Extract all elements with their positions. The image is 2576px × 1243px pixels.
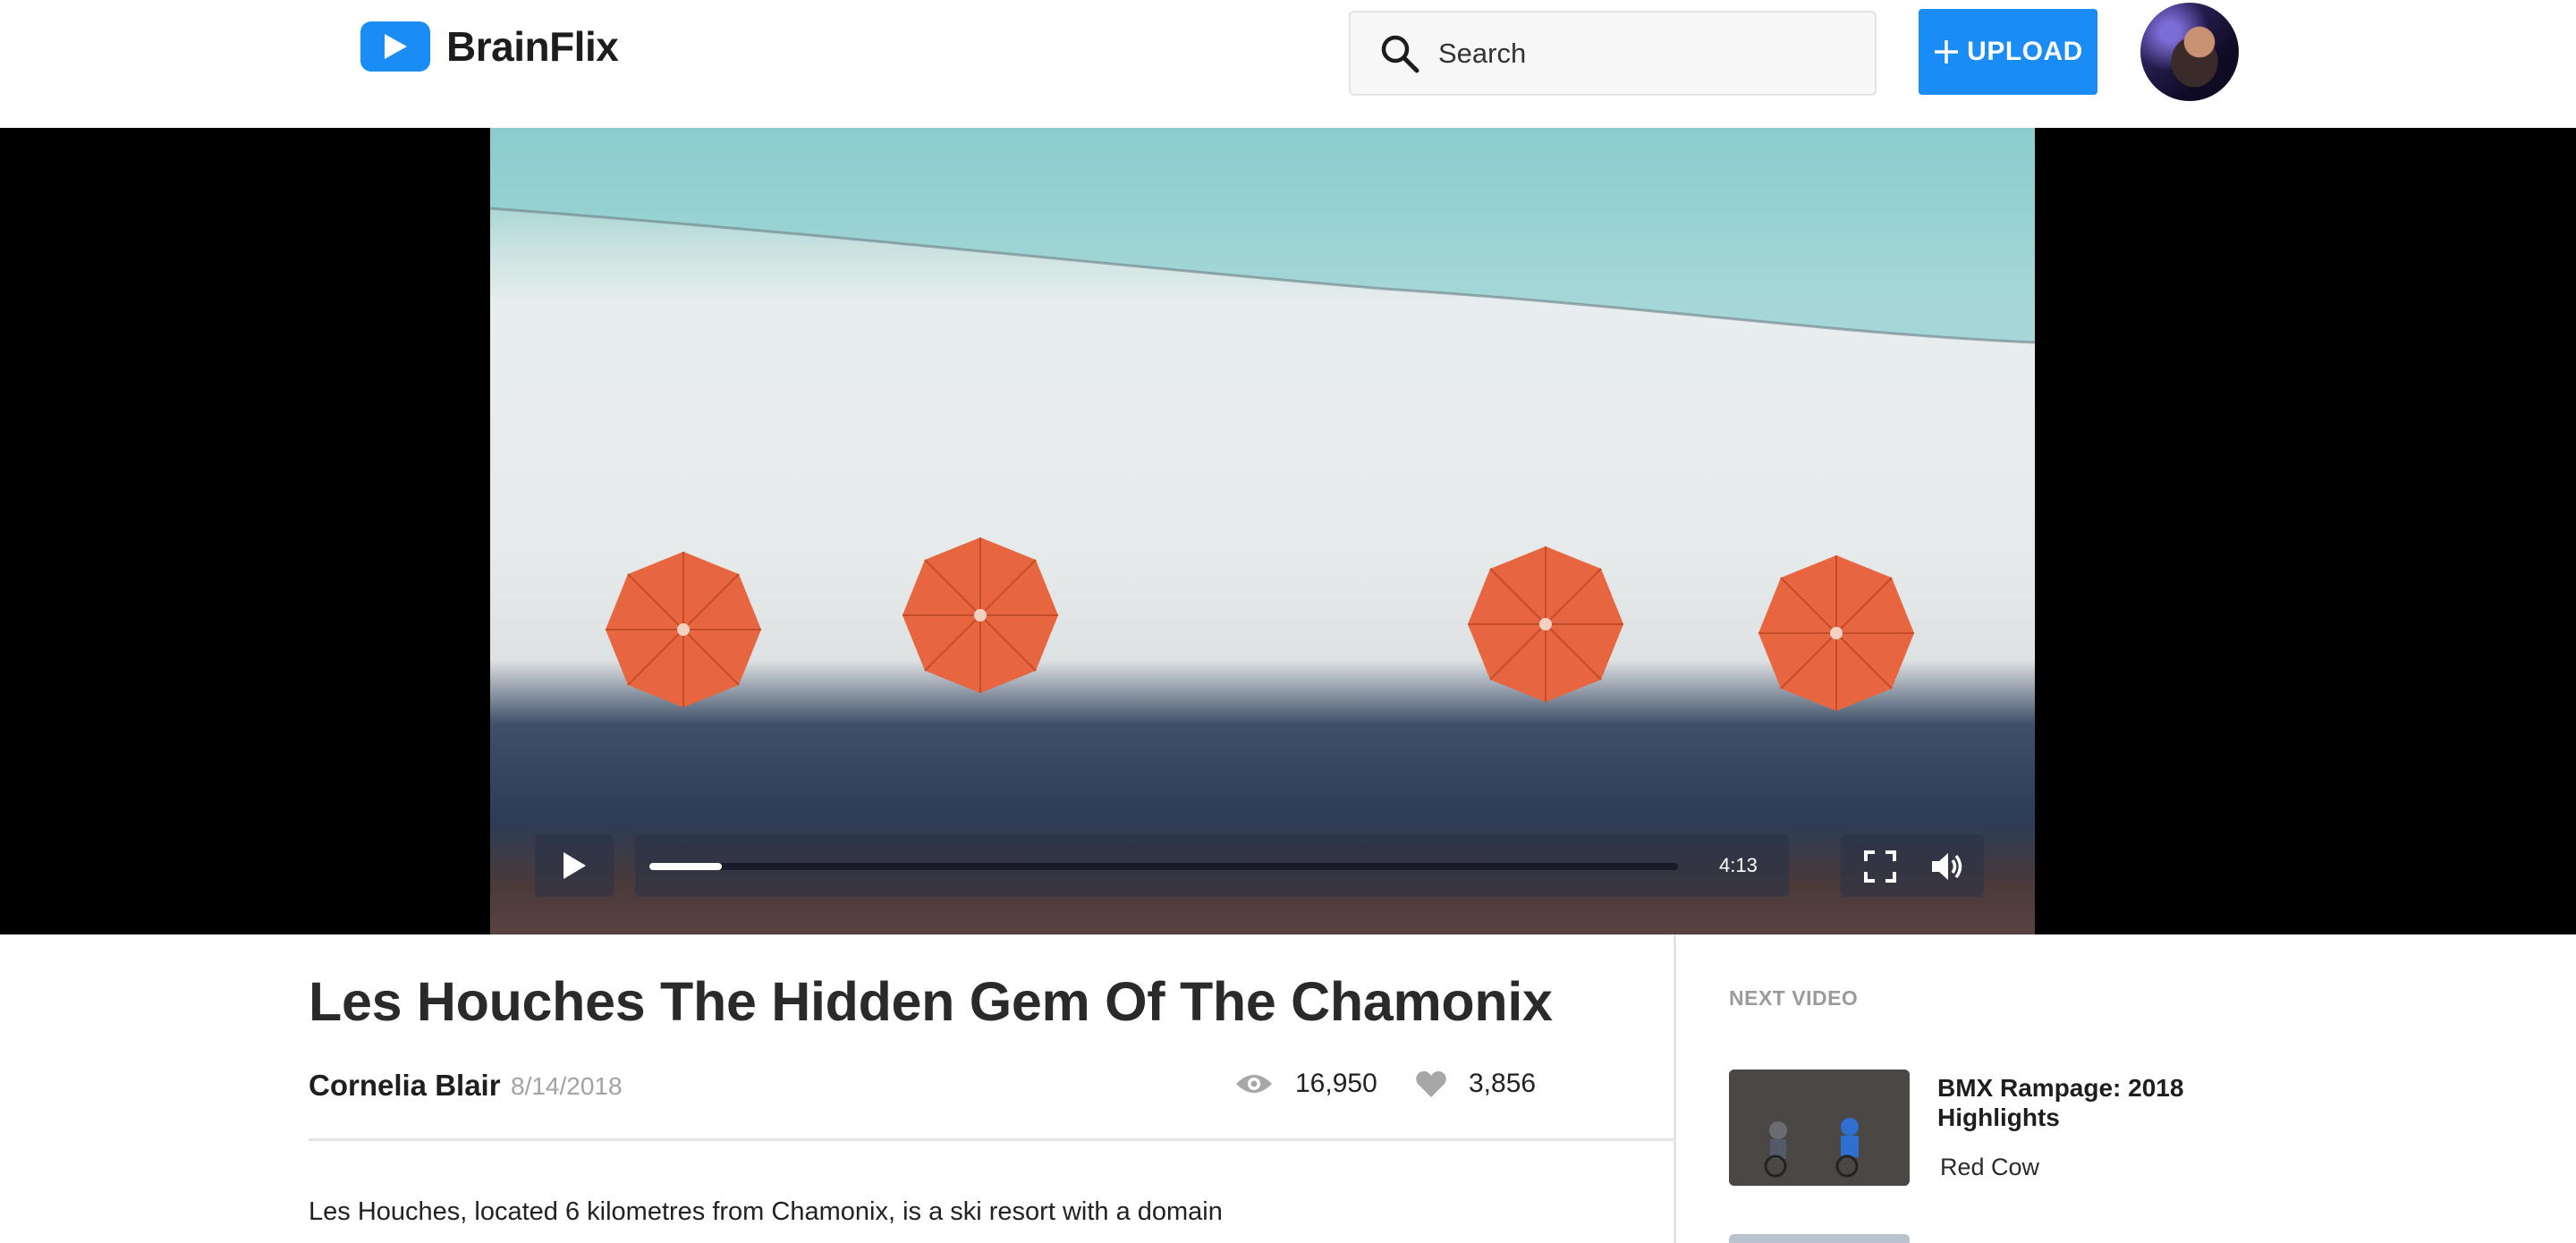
upload-label: UPLOAD — [1967, 37, 2083, 66]
likes-count: 3,856 — [1469, 1069, 1537, 1098]
player-controls: 4:13 — [535, 834, 1984, 897]
logo[interactable]: BrainFlix — [360, 21, 619, 72]
progress-bar[interactable] — [649, 863, 1678, 870]
heart-icon[interactable] — [1415, 1070, 1447, 1098]
plus-icon — [1935, 40, 1959, 63]
views-count: 16,950 — [1295, 1069, 1377, 1098]
logo-text: BrainFlix — [446, 23, 619, 70]
next-video-thumbnail[interactable] — [1729, 1070, 1910, 1186]
bmx-thumbnail-image — [1729, 1070, 1910, 1186]
video-author[interactable]: Cornelia Blair — [309, 1069, 501, 1103]
next-video-title: BMX Rampage: 2018 Highlights — [1937, 1074, 2184, 1131]
upload-button[interactable]: UPLOAD — [1919, 9, 2097, 95]
next-video-heading: NEXT VIDEO — [1729, 986, 1859, 1010]
video-player: 4:13 — [0, 128, 2576, 934]
umbrella-image — [902, 537, 1058, 693]
umbrella-image — [606, 552, 761, 707]
volume-icon[interactable] — [1928, 849, 1964, 884]
duration-label: 4:13 — [1719, 854, 1758, 876]
user-avatar[interactable] — [2140, 3, 2239, 101]
video-date: 8/14/2018 — [511, 1072, 623, 1100]
next-video-author: Red Cow — [1940, 1154, 2040, 1180]
views-stat: 16,950 — [1234, 1069, 1377, 1099]
shoreline-wave — [490, 128, 2035, 344]
sidebar-divider — [1674, 934, 1676, 1243]
app-header: BrainFlix UPLOAD — [0, 0, 2576, 128]
eye-icon — [1236, 1075, 1272, 1093]
likes-stat[interactable]: 3,856 — [1415, 1069, 1536, 1099]
play-icon — [564, 852, 586, 879]
search-bar[interactable] — [1349, 11, 1877, 96]
search-input[interactable] — [1438, 37, 1850, 70]
next-video-thumbnail[interactable] — [1729, 1234, 1910, 1243]
fullscreen-icon[interactable] — [1862, 849, 1898, 884]
video-meta: Cornelia Blair 8/14/2018 16,950 3,856 — [309, 1069, 1536, 1113]
umbrella-image — [1758, 555, 1914, 711]
video-title: Les Houches The Hidden Gem Of The Chamon… — [309, 971, 1553, 1032]
umbrella-image — [1468, 546, 1623, 702]
divider — [309, 1138, 1674, 1141]
play-icon — [360, 21, 430, 72]
video-frame[interactable]: 4:13 — [490, 128, 2035, 934]
play-button[interactable] — [535, 834, 614, 897]
progress-fill — [649, 863, 722, 870]
search-icon — [1381, 35, 1419, 72]
video-description: Les Houches, located 6 kilometres from C… — [309, 1197, 1223, 1226]
next-video-item[interactable]: BMX Rampage: 2018 Highlights Red Cow — [1729, 1070, 2266, 1190]
